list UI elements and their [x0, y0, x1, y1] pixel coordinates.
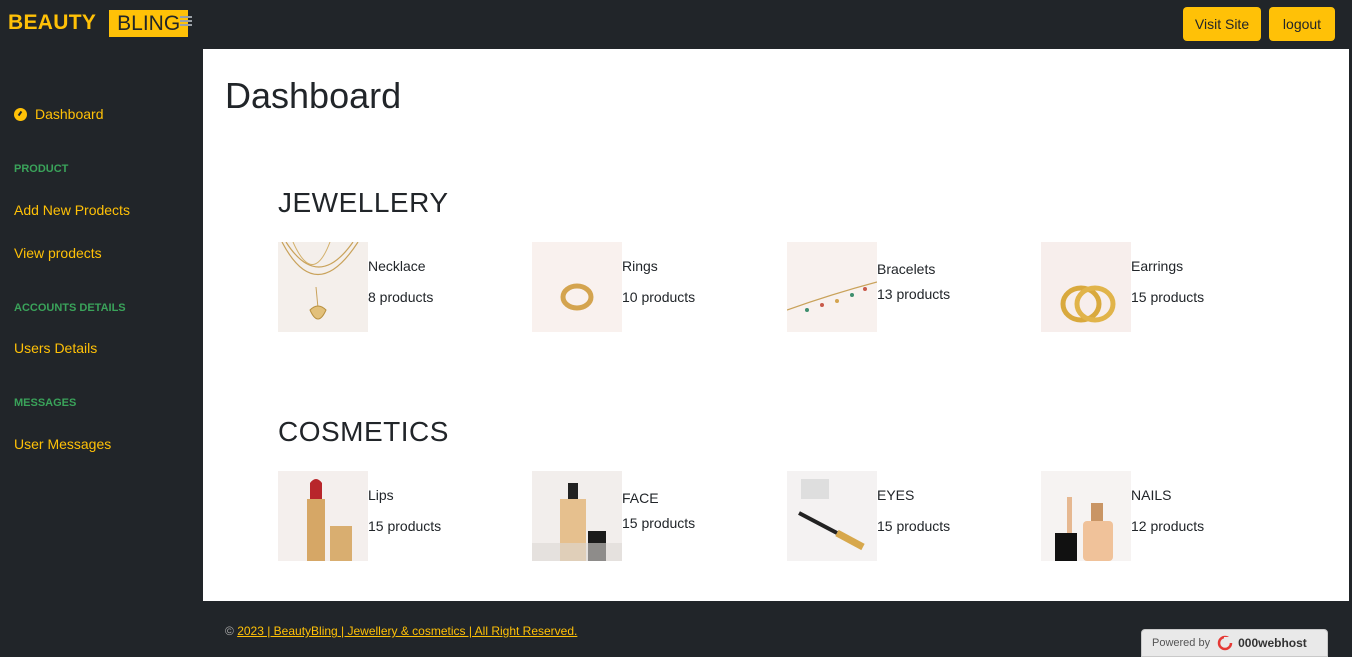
earrings-image — [1041, 242, 1131, 332]
category-count: 15 products — [622, 515, 696, 531]
category-card-lips[interactable]: Lips 15 products — [278, 471, 478, 561]
sidebar-heading-messages: MESSAGES — [14, 397, 77, 409]
dashboard-gauge-icon — [14, 107, 27, 121]
sidebar-heading-product: PRODUCT — [14, 163, 69, 175]
category-name: EYES — [877, 487, 915, 503]
sidebar-item-add-products[interactable]: Add New Prodects — [14, 202, 130, 218]
category-count: 15 products — [368, 518, 442, 534]
category-card-face[interactable]: FACE 15 products — [532, 471, 732, 561]
footer-copyright: © 2023 | BeautyBling | Jewellery & cosme… — [225, 624, 577, 638]
bracelet-image — [787, 242, 877, 332]
category-card-eyes[interactable]: EYES 15 products — [787, 471, 987, 561]
sidebar-item-dashboard[interactable]: Dashboard — [14, 106, 104, 122]
sidebar-item-users-details[interactable]: Users Details — [14, 340, 97, 356]
category-count: 12 products — [1131, 518, 1205, 534]
brand-logo[interactable]: BEAUTY BLING — [8, 9, 189, 37]
category-name: Bracelets — [877, 261, 936, 277]
necklace-image — [278, 242, 368, 332]
category-card-nails[interactable]: NAILS 12 products — [1041, 471, 1241, 561]
section-title-cosmetics: COSMETICS — [278, 416, 449, 447]
sidebar-item-view-products[interactable]: View prodects — [14, 245, 102, 261]
sidebar-item-user-messages[interactable]: User Messages — [14, 436, 111, 452]
footer-link[interactable]: 2023 | BeautyBling | Jewellery & cosmeti… — [237, 624, 577, 638]
category-count: 15 products — [877, 518, 951, 534]
visit-site-button[interactable]: Visit Site — [1183, 7, 1261, 41]
category-count: 13 products — [877, 286, 951, 302]
copyright-symbol: © — [225, 624, 234, 638]
category-card-bracelets[interactable]: Bracelets 13 products — [787, 242, 987, 332]
sidebar: Dashboard PRODUCT Add New Prodects View … — [0, 49, 203, 601]
footer: © 2023 | BeautyBling | Jewellery & cosme… — [203, 601, 1352, 657]
nail-polish-image — [1041, 471, 1131, 561]
brand-part-2: BLING — [109, 9, 189, 37]
category-name: Necklace — [368, 258, 426, 274]
top-navbar: BEAUTY BLING Visit Site logout — [0, 0, 1352, 49]
menu-toggle-icon[interactable] — [180, 16, 192, 26]
foundation-image — [532, 471, 622, 561]
category-name: FACE — [622, 490, 659, 506]
lipstick-image — [278, 471, 368, 561]
category-count: 8 products — [368, 289, 434, 305]
ring-image — [532, 242, 622, 332]
main-content: Dashboard JEWELLERY Necklace 8 products … — [203, 49, 1349, 601]
powered-by-badge[interactable]: Powered by 000webhost — [1141, 629, 1328, 657]
category-card-necklace[interactable]: Necklace 8 products — [278, 242, 478, 332]
sidebar-heading-accounts: ACCOUNTS DETAILS — [14, 302, 126, 314]
category-card-rings[interactable]: Rings 10 products — [532, 242, 732, 332]
category-card-earrings[interactable]: Earrings 15 products — [1041, 242, 1241, 332]
category-count: 10 products — [622, 289, 696, 305]
logout-button[interactable]: logout — [1269, 7, 1335, 41]
category-name: Rings — [622, 258, 658, 274]
page-title: Dashboard — [225, 75, 402, 116]
section-title-jewellery: JEWELLERY — [278, 187, 449, 218]
webhost-logo-icon — [1217, 635, 1235, 651]
mascara-image — [787, 471, 877, 561]
category-name: NAILS — [1131, 487, 1172, 503]
category-name: Lips — [368, 487, 394, 503]
sidebar-item-label: Dashboard — [35, 106, 104, 122]
webhost-name: 000webhost — [1238, 636, 1307, 650]
category-name: Earrings — [1131, 258, 1184, 274]
brand-part-1: BEAUTY — [8, 11, 97, 34]
powered-by-label: Powered by — [1152, 637, 1211, 649]
category-count: 15 products — [1131, 289, 1205, 305]
